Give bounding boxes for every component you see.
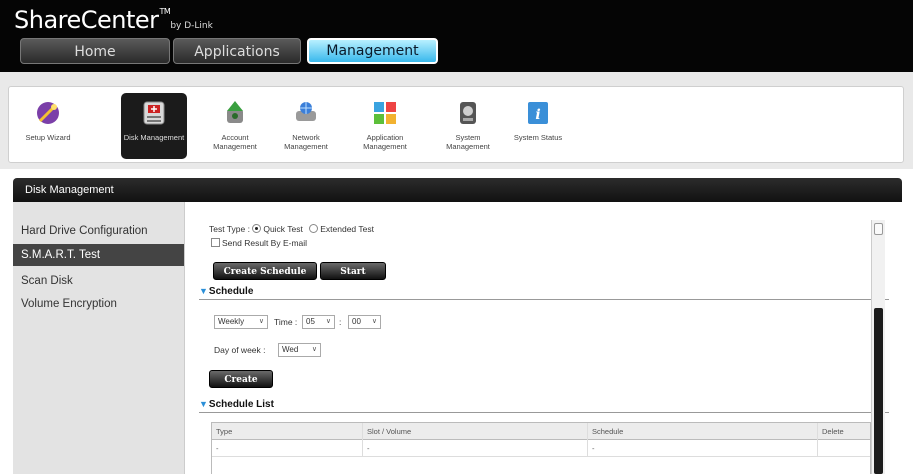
table-cell: - [587,440,817,457]
sidebar-item-volume-encryption[interactable]: Volume Encryption [13,293,184,315]
time-label: Time : [274,317,298,327]
collapse-triangle-icon: ▼ [199,399,208,409]
column-header: Slot / Volume [362,423,587,440]
sidebar: Hard Drive Configuration S.M.A.R.T. Test… [13,202,184,474]
top-bar: ShareCenterTMby D-Link Home Applications… [0,0,913,72]
column-header: Type [216,427,233,436]
toolbar-label: System Status [513,133,563,142]
start-button[interactable]: Start [320,262,386,280]
toolbar-system-status[interactable]: i System Status [505,93,571,159]
wizard-icon [37,102,59,124]
schedule-title: Schedule [208,286,254,297]
quick-test-radio[interactable] [252,224,262,233]
vertical-scrollbar[interactable] [871,220,885,474]
svg-text:i: i [535,107,540,123]
sidebar-item-scan-disk[interactable]: Scan Disk [13,270,184,292]
schedule-list-title: Schedule List [208,399,274,410]
extended-test-label: Extended Test [320,224,374,234]
chevron-down-icon: ∨ [258,318,264,325]
test-type-label: Test Type : [209,224,250,234]
toolbar-band: Setup Wizard Disk Management Account Man… [0,72,913,169]
system-management-icon [460,102,476,124]
scroll-up-button[interactable] [874,223,883,235]
send-email-checkbox[interactable] [211,238,220,247]
email-row: Send Result By E-mail [211,238,307,248]
network-management-icon [296,102,316,121]
hour-select[interactable]: 05 ∨ [302,315,335,329]
toolbar-label: System Management [446,133,490,151]
tab-management[interactable]: Management [307,38,438,64]
toolbar-network-management[interactable]: Network Management [273,93,339,159]
chevron-down-icon: ∨ [311,346,317,353]
account-management-icon [227,101,243,123]
table-cell: - [216,444,219,453]
schedule-table: Type Slot / Volume Schedule Delete - - - [211,422,871,474]
minute-select[interactable]: 00 ∨ [348,315,381,329]
toolbar-label: Disk Management [123,133,185,142]
extended-test-radio[interactable] [309,224,319,233]
sidebar-item-smart-test[interactable]: S.M.A.R.T. Test [13,244,184,266]
schedule-section-header[interactable]: ▼Schedule [199,286,889,300]
tab-home[interactable]: Home [20,38,170,64]
create-schedule-button[interactable]: Create Schedule [213,262,317,280]
table-cell [817,440,872,457]
toolbar-panel: Setup Wizard Disk Management Account Man… [8,86,904,163]
system-status-icon: i [528,102,548,124]
quick-test-label: Quick Test [263,224,303,234]
sidebar-item-hard-drive-configuration[interactable]: Hard Drive Configuration [13,220,184,242]
time-colon: : [339,317,342,327]
day-of-week-select[interactable]: Wed ∨ [278,343,321,357]
toolbar-label: Account Management [213,133,257,151]
toolbar-label: Network Management [284,133,328,151]
disk-management-icon [143,101,165,125]
tab-applications[interactable]: Applications [173,38,301,64]
send-email-label: Send Result By E-mail [222,238,308,248]
chevron-down-icon: ∨ [371,318,377,325]
table-cell: - [362,440,587,457]
frequency-select[interactable]: Weekly ∨ [214,315,268,329]
collapse-triangle-icon: ▼ [199,286,208,296]
table-row [212,457,870,474]
column-header: Delete [817,423,872,440]
brand-logo: ShareCenterTMby D-Link [14,6,213,34]
test-type-row: Test Type : Quick Test Extended Test [209,224,374,234]
scrollbar-thumb[interactable] [874,308,883,474]
toolbar-label: Setup Wizard [25,133,71,142]
toolbar-account-management[interactable]: Account Management [202,93,268,159]
application-management-icon [374,102,396,124]
toolbar-disk-management[interactable]: Disk Management [121,93,187,159]
toolbar-application-management[interactable]: Application Management [352,93,418,159]
column-header: Schedule [587,423,817,440]
schedule-list-section-header[interactable]: ▼Schedule List [199,399,889,413]
toolbar-label: Application Management [363,133,407,151]
main-content: Test Type : Quick Test Extended Test Sen… [184,202,902,474]
table-row: - - - [212,440,870,457]
chevron-down-icon: ∨ [325,318,331,325]
create-button[interactable]: Create [209,370,273,388]
table-header: Type Slot / Volume Schedule Delete [212,423,870,440]
toolbar-system-management[interactable]: System Management [435,93,501,159]
toolbar-setup-wizard[interactable]: Setup Wizard [15,93,81,159]
day-of-week-label: Day of week : [214,345,266,355]
section-header: Disk Management [13,178,902,202]
